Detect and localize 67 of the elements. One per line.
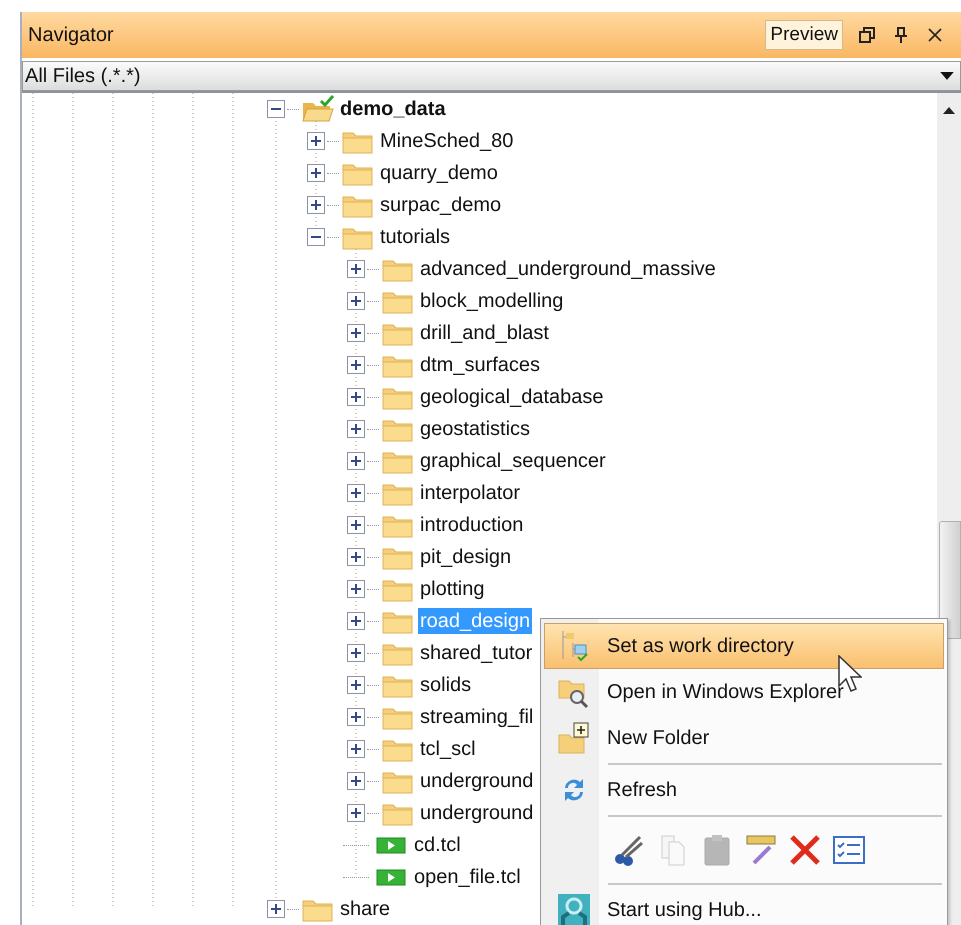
expand-icon[interactable] <box>347 452 365 470</box>
menu-item[interactable]: Refresh <box>544 767 944 813</box>
expand-icon[interactable] <box>347 260 365 278</box>
rename-icon[interactable] <box>744 833 778 867</box>
tree-item[interactable]: streaming_fil <box>418 704 536 730</box>
tree-item[interactable]: introduction <box>418 512 526 538</box>
tree-item[interactable]: block_modelling <box>418 288 566 314</box>
expand-icon[interactable] <box>347 580 365 598</box>
expand-icon[interactable] <box>347 644 365 662</box>
tree-item[interactable]: geological_database <box>418 384 606 410</box>
collapse-icon[interactable] <box>267 100 285 118</box>
cut-icon[interactable] <box>612 833 646 867</box>
tree-item[interactable]: surpac_demo <box>378 192 504 218</box>
tree-item[interactable]: shared_tutor <box>418 640 534 666</box>
expand-icon[interactable] <box>347 356 365 374</box>
tree-item[interactable]: interpolator <box>418 480 522 506</box>
tree-item[interactable]: cd.tcl <box>412 832 463 858</box>
scroll-up-icon[interactable] <box>943 107 955 115</box>
expand-icon[interactable] <box>307 132 325 150</box>
tree-item[interactable]: tcl_scl <box>418 736 478 762</box>
tree-item[interactable]: underground <box>418 768 536 794</box>
collapse-icon[interactable] <box>307 228 325 246</box>
tree-item[interactable]: pit_design <box>418 544 514 570</box>
tree-item[interactable]: graphical_sequencer <box>418 448 608 474</box>
expand-icon[interactable] <box>347 484 365 502</box>
expand-icon[interactable] <box>347 804 365 822</box>
expand-icon[interactable] <box>307 196 325 214</box>
tree-item[interactable]: underground <box>418 800 536 826</box>
expand-icon[interactable] <box>347 612 365 630</box>
menu-item[interactable]: New Folder <box>544 715 944 761</box>
tree-item[interactable]: share <box>338 896 392 922</box>
expand-icon[interactable] <box>347 420 365 438</box>
tree-item[interactable]: advanced_underground_massive <box>418 256 718 282</box>
expand-icon[interactable] <box>267 900 285 918</box>
menu-item[interactable]: Start using Hub... <box>544 887 944 925</box>
expand-icon[interactable] <box>347 740 365 758</box>
tree-item[interactable]: geostatistics <box>418 416 532 442</box>
tree-item[interactable]: demo_data <box>338 96 448 122</box>
panel-title: Navigator <box>28 24 114 47</box>
expand-icon[interactable] <box>347 676 365 694</box>
expand-icon[interactable] <box>307 164 325 182</box>
delete-icon[interactable] <box>788 833 822 867</box>
expand-icon[interactable] <box>347 292 365 310</box>
new-folder-icon <box>557 721 591 755</box>
tree-item[interactable]: drill_and_blast <box>418 320 551 346</box>
tree-item[interactable]: dtm_surfaces <box>418 352 542 378</box>
tree-item[interactable]: MineSched_80 <box>378 128 516 154</box>
preview-button[interactable]: Preview <box>765 20 843 50</box>
restore-icon[interactable] <box>857 25 877 46</box>
scrollbar-thumb[interactable] <box>939 521 961 639</box>
dropdown-arrow-icon <box>940 72 954 81</box>
tree-item[interactable]: quarry_demo <box>378 160 500 186</box>
expand-icon[interactable] <box>347 324 365 342</box>
expand-icon[interactable] <box>347 516 365 534</box>
expand-icon[interactable] <box>347 388 365 406</box>
properties-icon[interactable] <box>832 833 866 867</box>
tree-item[interactable]: tutorials <box>378 224 452 250</box>
tree-item[interactable]: solids <box>418 672 474 698</box>
menu-item[interactable]: Set as work directory <box>544 623 944 669</box>
tree-item[interactable]: open_file.tcl <box>412 864 523 890</box>
expand-icon[interactable] <box>347 772 365 790</box>
hub-icon <box>557 893 591 925</box>
menu-item[interactable]: Open in Windows Explorer <box>544 669 944 715</box>
expand-icon[interactable] <box>347 708 365 726</box>
filter-dropdown[interactable]: All Files (.*.*) <box>22 61 961 91</box>
expand-icon[interactable] <box>347 548 365 566</box>
tree-item[interactable]: plotting <box>418 576 486 602</box>
